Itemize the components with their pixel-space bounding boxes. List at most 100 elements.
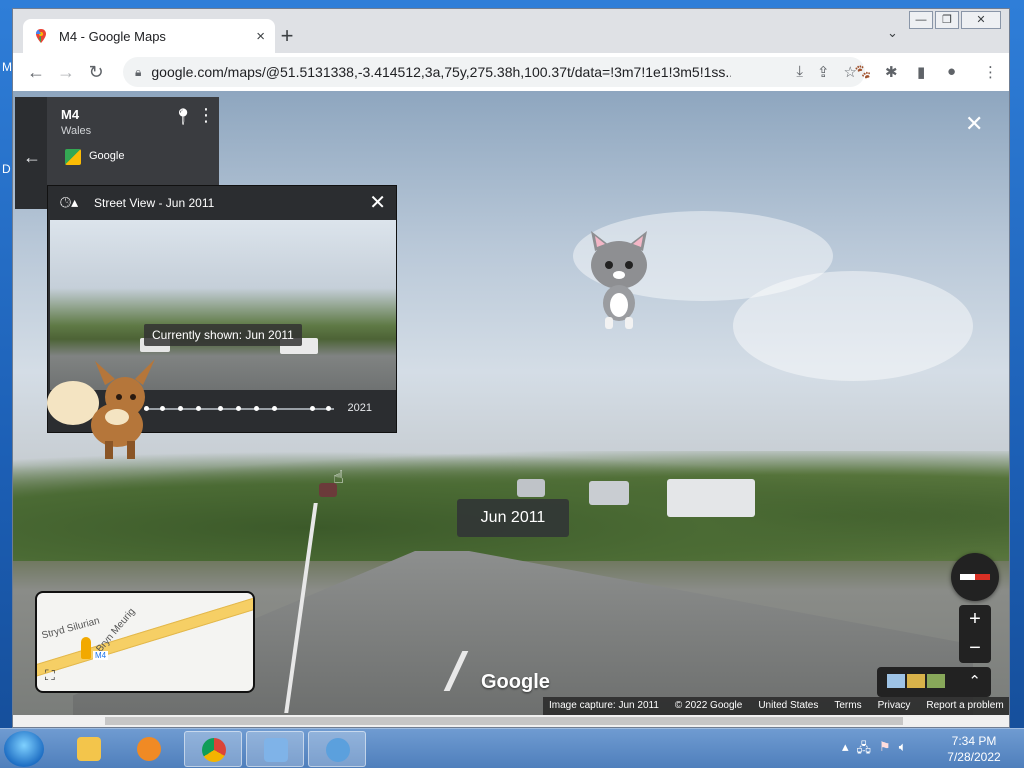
tab-title: M4 - Google Maps	[59, 28, 166, 44]
street-view-viewport[interactable]: ← M4 Wales 📍︎ ⋮ Google 🕒︎▴ Street View -…	[13, 91, 1009, 715]
timeline-tick[interactable]	[272, 406, 277, 411]
zoom-in-button[interactable]: +	[959, 605, 991, 634]
install-icon[interactable]: ⤓	[796, 63, 803, 81]
side-panel-icon[interactable]: ▮	[917, 63, 925, 81]
car	[589, 481, 629, 505]
time-machine-title: Street View - Jun 2011	[94, 196, 215, 210]
timeline-tick[interactable]	[178, 406, 183, 411]
more-options-icon[interactable]: ⋮	[197, 105, 215, 126]
motorway-line	[37, 593, 253, 678]
volume-icon[interactable]: 🔈︎	[899, 739, 907, 761]
tab-close-icon[interactable]: ×	[256, 28, 265, 45]
van	[667, 479, 755, 517]
close-street-view-icon[interactable]: ✕	[965, 111, 983, 137]
expand-up-icon[interactable]: ⌃	[968, 672, 981, 690]
share-icon[interactable]: ⇪	[817, 63, 830, 81]
photo-thumbnail[interactable]	[887, 674, 905, 688]
media-player-task[interactable]	[120, 731, 178, 767]
menu-kebab-icon[interactable]: ⋮	[983, 63, 998, 81]
timeline-tick[interactable]	[254, 406, 259, 411]
map-footer: Image capture: Jun 2011 © 2022 Google Un…	[543, 697, 1009, 715]
reload-icon[interactable]: ↻	[81, 62, 111, 83]
timeline-tick[interactable]	[326, 406, 331, 411]
google-maps-logo-icon	[65, 149, 81, 165]
place-name: M4	[61, 107, 80, 122]
chrome-task[interactable]	[184, 731, 242, 767]
clock[interactable]: 7:34 PM 7/28/2022	[934, 733, 1014, 765]
privacy-link[interactable]: Privacy	[878, 700, 911, 712]
car	[517, 479, 545, 497]
country-link[interactable]: United States	[758, 700, 818, 712]
date-badge: Jun 2011	[457, 499, 569, 537]
window-controls: — ❐ ✕	[909, 11, 1001, 29]
start-button[interactable]	[4, 731, 44, 767]
restore-button[interactable]: ❐	[935, 11, 959, 29]
browser-window: M4 - Google Maps × + ⌄ — ❐ ✕ ← → ↻ 🔒︎ go…	[12, 8, 1010, 728]
cat-sticker-icon	[591, 231, 647, 329]
show-hidden-icons-icon[interactable]: ▴	[842, 739, 849, 761]
chevron-down-icon[interactable]: ⌄	[887, 25, 898, 41]
photo-thumbnail[interactable]	[927, 674, 945, 688]
fullscreen-icon[interactable]: ⛶	[45, 667, 55, 684]
network-task[interactable]	[308, 731, 366, 767]
time-machine-header: 🕒︎▴ Street View - Jun 2011 ✕	[48, 186, 396, 220]
copyright: © 2022 Google	[674, 700, 743, 711]
zoom-out-button[interactable]: −	[959, 634, 991, 663]
control-panel-icon	[264, 738, 288, 762]
street-label: Stryd Silurian	[40, 615, 101, 642]
tab-bar: M4 - Google Maps × + ⌄ — ❐ ✕	[13, 9, 1009, 53]
timeline-end-year: 2021	[347, 402, 372, 414]
folder-icon	[77, 737, 101, 761]
lock-icon: 🔒︎	[135, 64, 142, 79]
imagery-source: Google	[89, 150, 125, 162]
place-region: Wales	[61, 125, 92, 137]
horizontal-scrollbar[interactable]	[13, 715, 1009, 727]
pegman-icon[interactable]	[81, 637, 91, 659]
clock-time: 7:34 PM	[951, 734, 997, 748]
timeline-tick[interactable]	[196, 406, 201, 411]
network-globe-icon	[326, 738, 350, 762]
zoom-controls: + −	[959, 605, 991, 663]
extensions-puzzle-icon[interactable]: ✱	[885, 63, 898, 81]
compass-icon[interactable]	[951, 553, 999, 601]
address-bar[interactable]: 🔒︎ google.com/maps/@51.5131338,-3.414512…	[123, 57, 865, 87]
scrollbar-thumb[interactable]	[105, 717, 903, 725]
map-pin-icon[interactable]: 📍︎	[173, 107, 193, 127]
hand-cursor-icon: ☝	[333, 467, 344, 487]
back-arrow-icon[interactable]: ←	[23, 147, 41, 168]
imagery-strip: ⌃	[877, 667, 991, 697]
timeline-tick[interactable]	[236, 406, 241, 411]
close-window-button[interactable]: ✕	[961, 11, 1001, 29]
google-maps-icon	[36, 29, 46, 43]
terms-link[interactable]: Terms	[834, 700, 861, 712]
browser-toolbar: ← → ↻ 🔒︎ google.com/maps/@51.5131338,-3.…	[13, 53, 1009, 91]
url-text[interactable]: google.com/maps/@51.5131338,-3.414512,3a…	[151, 64, 731, 80]
chrome-icon	[202, 738, 226, 762]
close-icon[interactable]: ✕	[369, 190, 386, 215]
photo-thumbnail[interactable]	[907, 674, 925, 688]
minimize-button[interactable]: —	[909, 11, 933, 29]
timeline-tick[interactable]	[218, 406, 223, 411]
history-clock-icon[interactable]: 🕒︎▴	[60, 194, 78, 211]
desktop-fragment: M	[2, 60, 12, 74]
omnibox-actions: ⤓ ⇪ ☆	[796, 63, 857, 81]
tab-google-maps[interactable]: M4 - Google Maps ×	[23, 19, 275, 53]
explorer-task[interactable]	[60, 731, 118, 767]
media-player-icon	[137, 737, 161, 761]
currently-shown-tooltip: Currently shown: Jun 2011	[144, 324, 302, 346]
taskbar: ▴ 🖧︎ ⚑ 🔈︎ 7:34 PM 7/28/2022	[0, 728, 1024, 768]
cloud	[733, 271, 973, 381]
control-panel-task[interactable]	[246, 731, 304, 767]
paw-extension-icon[interactable]: 🐾︎	[853, 63, 872, 81]
mini-map[interactable]: Stryd Silurian Bryn Meurig M4 ⛶	[35, 591, 255, 693]
new-tab-button[interactable]: +	[275, 23, 299, 49]
timeline-slider[interactable]	[144, 406, 334, 411]
profile-avatar-icon[interactable]: ●	[947, 63, 956, 80]
action-center-icon[interactable]: ⚑	[879, 739, 891, 761]
network-icon[interactable]: 🖧︎	[857, 739, 872, 761]
report-problem-link[interactable]: Report a problem	[926, 700, 1003, 712]
timeline-tick[interactable]	[310, 406, 315, 411]
compass-needle	[960, 574, 990, 580]
back-arrow-icon[interactable]: ←	[21, 62, 51, 83]
forward-arrow-icon[interactable]: →	[51, 62, 81, 83]
